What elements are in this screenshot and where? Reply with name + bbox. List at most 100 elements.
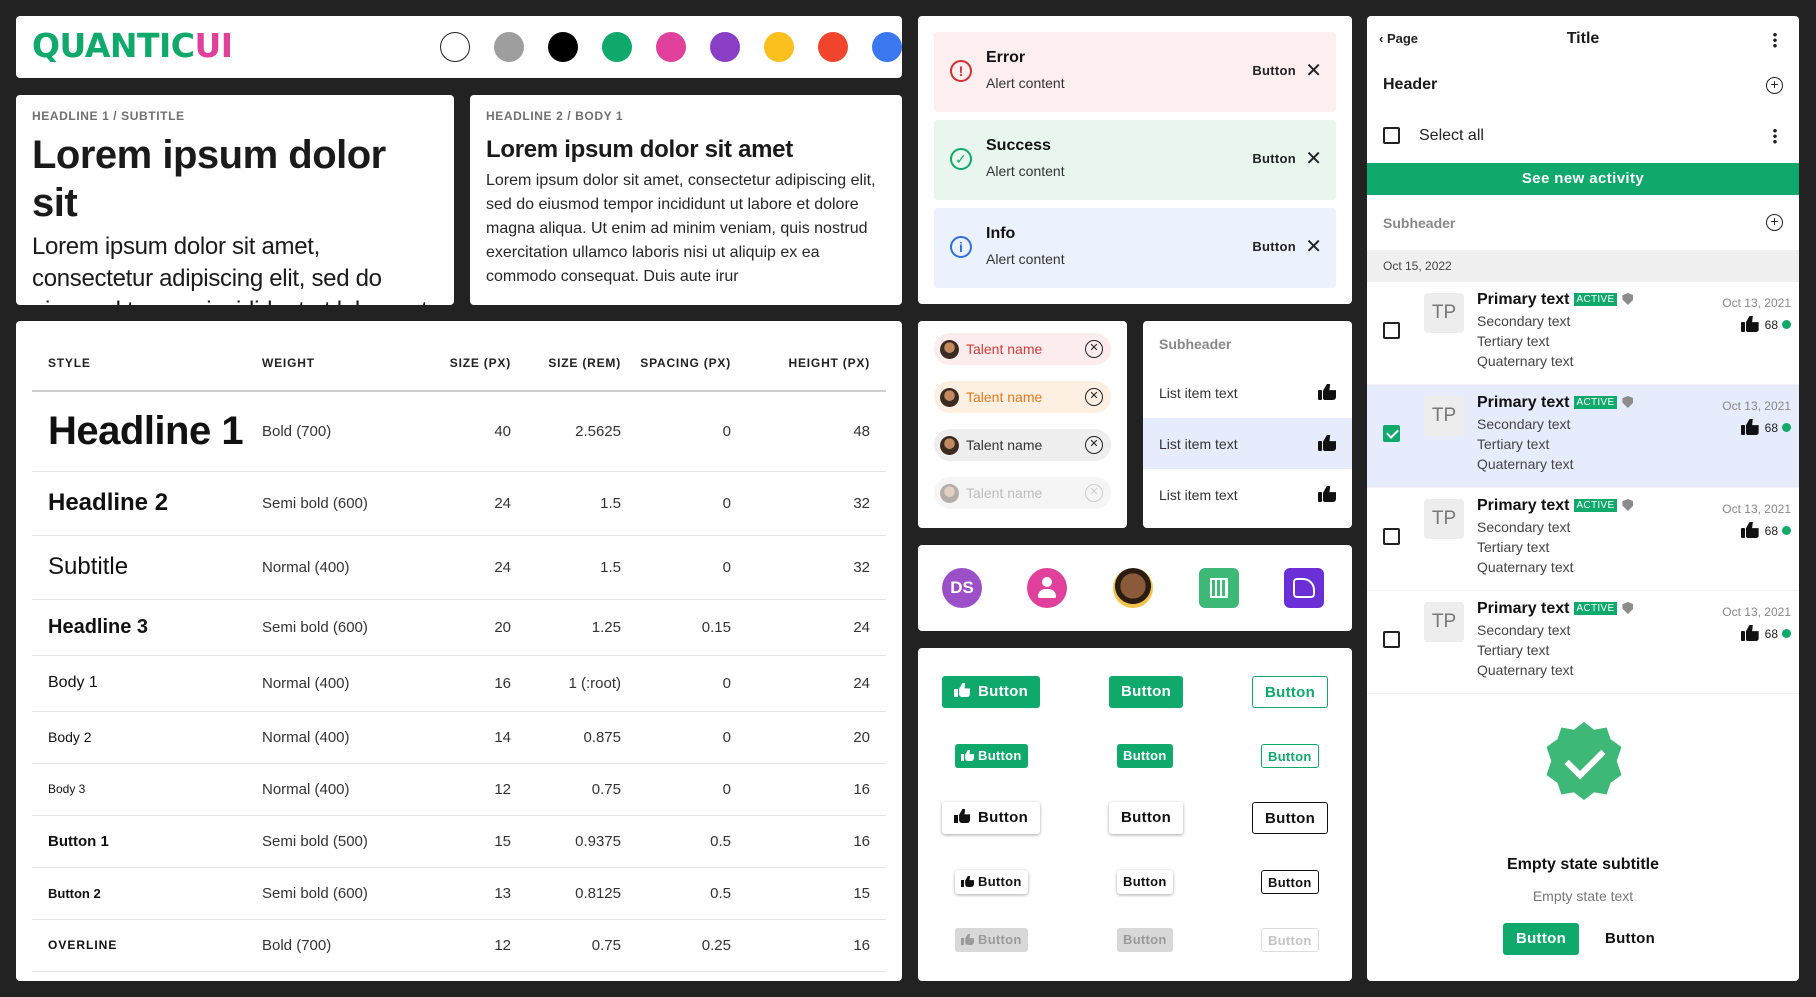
row-checkbox[interactable] [1383,631,1400,648]
weight-cell: Semi bold (600) [262,867,432,920]
swatch-red[interactable] [818,32,848,62]
remove-icon[interactable]: ✕ [1085,388,1103,406]
list-row[interactable]: TP Primary text ACTIVE Secondary text Ter… [1367,282,1799,385]
row-date: Oct 13, 2021 [1722,605,1791,619]
filled-icon-button[interactable]: Button [942,676,1041,708]
photo-avatar[interactable] [1113,568,1153,608]
row-checkbox[interactable] [1383,528,1400,545]
swatch-black[interactable] [548,32,578,62]
avatar: TP [1424,396,1464,436]
person-avatar-icon[interactable] [1027,568,1067,608]
swatch-purple[interactable] [710,32,740,62]
list-item[interactable]: List item text [1143,469,1352,520]
col-header-size-rem: SIZE (REM) [527,335,637,392]
weight-cell: Normal (400) [262,535,432,600]
talent-chip-error[interactable]: Talent name ✕ [934,333,1111,365]
close-icon[interactable]: ✕ [1305,146,1322,171]
like-count: 68 [1764,318,1778,332]
size-px-cell: 24 [432,471,527,536]
row-checkbox[interactable] [1383,322,1400,339]
swatch-blue[interactable] [872,32,902,62]
see-new-activity-button[interactable]: See new activity [1367,163,1799,195]
avatar: TP [1424,602,1464,642]
col-header-size-px: SIZE (PX) [432,335,527,392]
tertiary-text: Tertiary text [1477,642,1550,658]
alert-action-button[interactable]: Button [1252,151,1296,166]
table-row: Body 1 Normal (400) 16 1 (:root) 0 24 [32,655,886,712]
size-rem-cell: 1.25 [527,599,637,656]
size-rem-cell: 0.875 [527,711,637,764]
filled-icon-button-small[interactable]: Button [955,744,1028,768]
swatch-gray[interactable] [494,32,524,62]
building-icon[interactable] [1199,568,1239,608]
talent-chip-default[interactable]: Talent name ✕ [934,429,1111,461]
close-icon[interactable]: ✕ [1305,234,1322,259]
list-item[interactable]: List item text [1143,367,1352,418]
white-button[interactable]: Button [1109,802,1184,834]
list-row[interactable]: TP Primary text ACTIVE Secondary text Ter… [1367,591,1799,694]
remove-icon[interactable]: ✕ [1085,436,1103,454]
remove-icon[interactable]: ✕ [1085,340,1103,358]
initials-avatar[interactable]: DS [942,568,982,608]
list-row-selected[interactable]: TP Primary text ACTIVE Secondary text Ter… [1367,385,1799,488]
thumbs-up-icon[interactable] [1318,486,1336,502]
more-vert-icon[interactable] [1773,128,1777,144]
empty-state-primary-button[interactable]: Button [1503,923,1579,955]
empty-state-secondary-button[interactable]: Button [1592,923,1668,955]
style-cell: Button 2 [32,867,262,920]
spacing-cell: 0 [637,471,747,536]
alert-action-button[interactable]: Button [1252,63,1296,78]
white-icon-button[interactable]: Button [942,802,1041,834]
card-overline: HEADLINE 1 / SUBTITLE [32,109,185,123]
outlined-button[interactable]: Button [1252,676,1329,708]
row-checkbox[interactable] [1383,425,1400,442]
height-cell: 24 [747,599,886,656]
alert-title: Error [986,49,1026,66]
alert-content: Alert content [986,251,1065,267]
swatch-white[interactable] [440,32,470,62]
status-badge: ACTIVE [1573,602,1618,615]
close-icon[interactable]: ✕ [1305,58,1322,83]
table-header-row: STYLE WEIGHT SIZE (PX) SIZE (REM) SPACIN… [32,335,886,392]
status-badge: ACTIVE [1573,293,1618,306]
more-vert-icon[interactable] [1773,32,1777,48]
thumbs-up-icon[interactable] [1318,435,1336,451]
swatch-pink[interactable] [656,32,686,62]
select-all-checkbox[interactable] [1383,127,1400,144]
list-item-selected[interactable]: List item text [1143,418,1352,469]
black-outlined-button[interactable]: Button [1252,802,1329,834]
white-button-small[interactable]: Button [1117,870,1173,894]
primary-text: Primary text [1477,600,1570,617]
talent-chip-warning[interactable]: Talent name ✕ [934,381,1111,413]
disabled-button: Button [1117,928,1173,952]
add-circle-icon[interactable]: + [1766,214,1783,231]
company-logo-icon[interactable] [1284,568,1324,608]
height-cell: 48 [747,391,886,472]
primary-text-line: Primary text ACTIVE [1477,291,1634,309]
primary-text: Primary text [1477,291,1570,308]
thumbs-up-icon [1740,625,1759,641]
swatch-green[interactable] [602,32,632,62]
black-outlined-button-small[interactable]: Button [1261,870,1319,894]
size-rem-cell: 0.75 [527,919,637,972]
list-subheader: Subheader [1159,336,1232,352]
filled-button-small[interactable]: Button [1117,744,1173,768]
chip-label: Talent name [966,341,1043,357]
add-circle-icon[interactable]: + [1766,77,1783,94]
list-row[interactable]: TP Primary text ACTIVE Secondary text Ter… [1367,488,1799,591]
thumbs-up-icon[interactable] [1318,384,1336,400]
filled-button[interactable]: Button [1109,676,1184,708]
col-header-spacing: SPACING (PX) [637,335,747,392]
outlined-button-small[interactable]: Button [1261,744,1319,768]
activity-panel: ‹ Page Title Header + Select all See new… [1367,16,1799,981]
spacing-cell: 0.15 [637,599,747,656]
like-count: 68 [1764,627,1778,641]
row-date: Oct 13, 2021 [1722,502,1791,516]
quaternary-text: Quaternary text [1477,559,1574,575]
height-cell: 32 [747,535,886,600]
swatch-yellow[interactable] [764,32,794,62]
table-row: Headline 3 Semi bold (600) 20 1.25 0.15 … [32,599,886,656]
white-icon-button-small[interactable]: Button [955,870,1028,894]
alert-action-button[interactable]: Button [1252,239,1296,254]
primary-text-line: Primary text ACTIVE [1477,600,1634,618]
